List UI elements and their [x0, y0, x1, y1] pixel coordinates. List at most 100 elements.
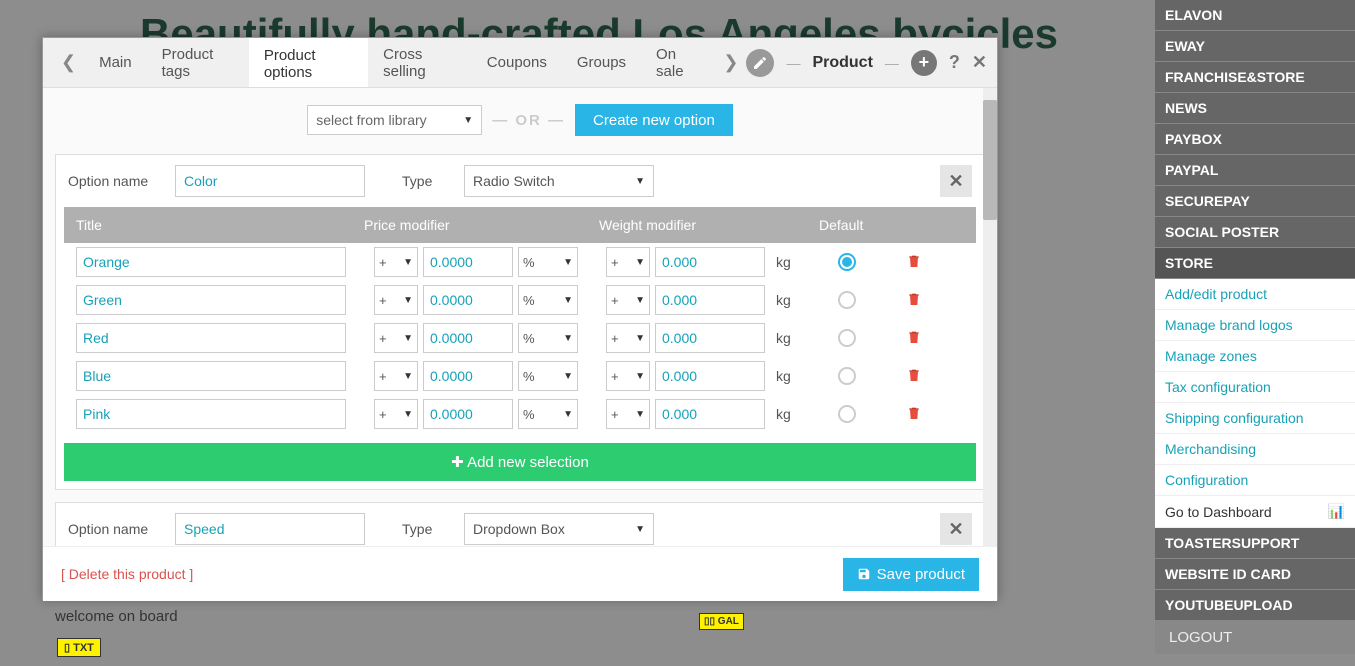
- weight-sign-select[interactable]: +▼: [606, 361, 650, 391]
- price-unit-select[interactable]: %▼: [518, 361, 578, 391]
- add-selection-button[interactable]: ✚ Add new selection: [64, 443, 976, 481]
- col-weight: Weight modifier: [599, 217, 819, 233]
- option-name-input[interactable]: [175, 513, 365, 545]
- price-unit-select[interactable]: %▼: [518, 285, 578, 315]
- sidebar-item-toastersupport[interactable]: TOASTERSUPPORT: [1155, 528, 1355, 559]
- sidebar-sub-configuration[interactable]: Configuration: [1155, 465, 1355, 496]
- option-name-label: Option name: [68, 521, 163, 537]
- sidebar-sub-manage-brand-logos[interactable]: Manage brand logos: [1155, 310, 1355, 341]
- col-title: Title: [76, 217, 364, 233]
- tab-coupons[interactable]: Coupons: [472, 38, 562, 87]
- tab-groups[interactable]: Groups: [562, 38, 641, 87]
- row-title-input[interactable]: [76, 323, 346, 353]
- sidebar-sub-merchandising[interactable]: Merchandising: [1155, 434, 1355, 465]
- sidebar-item-elavon[interactable]: ELAVON: [1155, 0, 1355, 31]
- sidebar-sub-dashboard[interactable]: Go to Dashboard📊: [1155, 496, 1355, 528]
- sidebar-item-franchise-store[interactable]: FRANCHISE&STORE: [1155, 62, 1355, 93]
- default-radio[interactable]: [838, 253, 856, 271]
- weight-sign-select[interactable]: +▼: [606, 399, 650, 429]
- sidebar-item-social-poster[interactable]: SOCIAL POSTER: [1155, 217, 1355, 248]
- sidebar-item-paypal[interactable]: PAYPAL: [1155, 155, 1355, 186]
- default-radio[interactable]: [838, 329, 856, 347]
- sidebar-item-securepay[interactable]: SECUREPAY: [1155, 186, 1355, 217]
- default-radio[interactable]: [838, 367, 856, 385]
- weight-modifier-input[interactable]: [655, 361, 765, 391]
- row-title-input[interactable]: [76, 247, 346, 277]
- price-sign-select[interactable]: +▼: [374, 285, 418, 315]
- delete-row-icon[interactable]: [906, 404, 922, 425]
- product-label: Product: [812, 54, 872, 72]
- weight-sign-select[interactable]: +▼: [606, 285, 650, 315]
- sidebar-item-youtubeupload[interactable]: YOUTUBEUPLOAD: [1155, 590, 1355, 621]
- row-title-input[interactable]: [76, 399, 346, 429]
- remove-option-button[interactable]: ✕: [940, 513, 972, 545]
- weight-modifier-input[interactable]: [655, 323, 765, 353]
- price-unit-select[interactable]: %▼: [518, 247, 578, 277]
- weight-sign-select[interactable]: +▼: [606, 323, 650, 353]
- add-product-button[interactable]: +: [911, 50, 937, 76]
- weight-modifier-input[interactable]: [655, 399, 765, 429]
- sidebar-item-eway[interactable]: EWAY: [1155, 31, 1355, 62]
- price-modifier-input[interactable]: [423, 361, 513, 391]
- weight-modifier-input[interactable]: [655, 285, 765, 315]
- tab-product-options[interactable]: Product options: [249, 38, 368, 87]
- tab-product-tags[interactable]: Product tags: [147, 38, 249, 87]
- price-unit-select[interactable]: %▼: [518, 399, 578, 429]
- save-product-button[interactable]: Save product: [843, 558, 979, 591]
- sidebar-sub-add-edit-product[interactable]: Add/edit product: [1155, 279, 1355, 310]
- row-title-input[interactable]: [76, 285, 346, 315]
- option-name-input[interactable]: [175, 165, 365, 197]
- weight-sign-select[interactable]: +▼: [606, 247, 650, 277]
- options-table-header: TitlePrice modifierWeight modifierDefaul…: [64, 207, 976, 243]
- tab-cross-selling[interactable]: Cross selling: [368, 38, 472, 87]
- delete-row-icon[interactable]: [906, 290, 922, 311]
- tab-on-sale[interactable]: On sale: [641, 38, 715, 87]
- create-option-button[interactable]: Create new option: [575, 104, 733, 136]
- sidebar-sub-tax-configuration[interactable]: Tax configuration: [1155, 372, 1355, 403]
- sidebar-sub-shipping-configuration[interactable]: Shipping configuration: [1155, 403, 1355, 434]
- weight-unit-label: kg: [770, 406, 798, 422]
- price-sign-select[interactable]: +▼: [374, 399, 418, 429]
- sidebar-logout[interactable]: LOGOUT: [1155, 621, 1355, 654]
- default-radio[interactable]: [838, 291, 856, 309]
- tabs-scroll-right[interactable]: ❯: [715, 52, 746, 73]
- sidebar-item-store[interactable]: STORE: [1155, 248, 1355, 279]
- delete-row-icon[interactable]: [906, 252, 922, 273]
- gal-badge[interactable]: ▯▯ GAL: [699, 613, 744, 630]
- close-icon[interactable]: ✕: [972, 52, 987, 73]
- sidebar-sub-manage-zones[interactable]: Manage zones: [1155, 341, 1355, 372]
- option-type-select[interactable]: Radio Switch▼: [464, 165, 654, 197]
- option-type-select[interactable]: Dropdown Box▼: [464, 513, 654, 545]
- price-modifier-input[interactable]: [423, 247, 513, 277]
- remove-option-button[interactable]: ✕: [940, 165, 972, 197]
- tab-main[interactable]: Main: [84, 38, 147, 87]
- col-default: Default: [819, 217, 909, 233]
- library-select[interactable]: select from library▼: [307, 105, 482, 135]
- tab-bar: MainProduct tagsProduct optionsCross sel…: [84, 38, 715, 87]
- delete-row-icon[interactable]: [906, 328, 922, 349]
- scrollbar-thumb[interactable]: [983, 100, 997, 220]
- price-sign-select[interactable]: +▼: [374, 247, 418, 277]
- sidebar-item-news[interactable]: NEWS: [1155, 93, 1355, 124]
- price-modifier-input[interactable]: [423, 323, 513, 353]
- help-icon[interactable]: ?: [949, 52, 960, 73]
- library-row: select from library▼ — OR — Create new o…: [55, 96, 985, 154]
- sidebar-item-paybox[interactable]: PAYBOX: [1155, 124, 1355, 155]
- sidebar-item-website-id-card[interactable]: WEBSITE ID CARD: [1155, 559, 1355, 590]
- modal-header: ❮ MainProduct tagsProduct optionsCross s…: [43, 38, 997, 88]
- scrollbar[interactable]: [983, 88, 997, 546]
- price-modifier-input[interactable]: [423, 399, 513, 429]
- delete-product-link[interactable]: [ Delete this product ]: [61, 566, 193, 582]
- default-radio[interactable]: [838, 405, 856, 423]
- price-sign-select[interactable]: +▼: [374, 361, 418, 391]
- price-sign-select[interactable]: +▼: [374, 323, 418, 353]
- tabs-scroll-left[interactable]: ❮: [53, 52, 84, 73]
- edit-icon[interactable]: [746, 49, 774, 77]
- delete-row-icon[interactable]: [906, 366, 922, 387]
- weight-modifier-input[interactable]: [655, 247, 765, 277]
- price-modifier-input[interactable]: [423, 285, 513, 315]
- txt-badge[interactable]: ▯ TXT: [57, 638, 101, 657]
- row-title-input[interactable]: [76, 361, 346, 391]
- price-unit-select[interactable]: %▼: [518, 323, 578, 353]
- modal-body: select from library▼ — OR — Create new o…: [43, 88, 997, 546]
